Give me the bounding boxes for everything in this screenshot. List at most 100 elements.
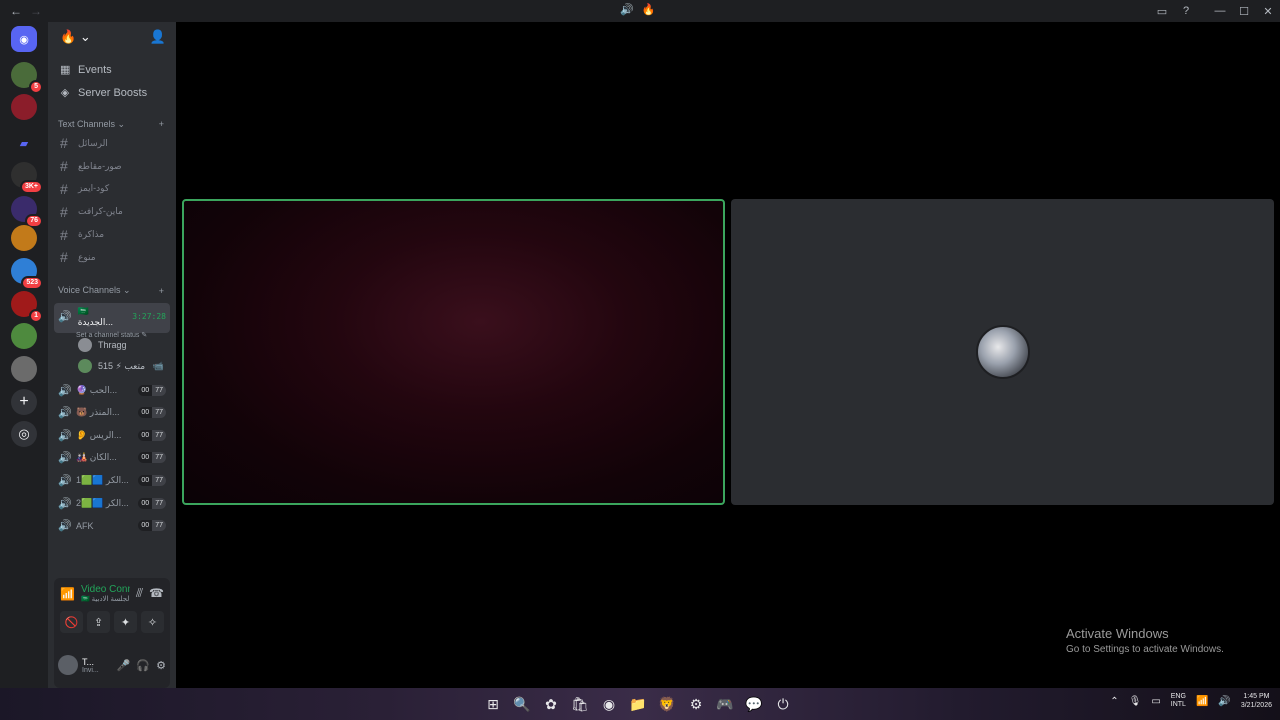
video-tile-avatar[interactable] bbox=[731, 199, 1274, 505]
headphones-icon[interactable]: 🎧 bbox=[136, 659, 150, 672]
close-button[interactable]: ✕ bbox=[1256, 5, 1280, 18]
hash-icon: # bbox=[60, 203, 68, 220]
noise-suppression-icon[interactable]: ⫻ bbox=[136, 586, 143, 601]
text-channel-item[interactable]: # صور-مقاطع bbox=[48, 155, 176, 178]
active-voice-channel[interactable]: 🔊 🇸🇦 الجديدة... 3:27:28 Set a channel st… bbox=[54, 302, 170, 339]
speaker-icon: 🔊 bbox=[620, 4, 634, 16]
voice-channel-item[interactable]: 🔊 🔮 الحب... 00 77 bbox=[48, 379, 176, 402]
user-count: 00 bbox=[138, 474, 153, 486]
server-icon-server-5[interactable] bbox=[11, 225, 37, 251]
wifi-icon[interactable]: 📶 bbox=[1196, 696, 1208, 707]
hash-icon: # bbox=[60, 135, 68, 152]
server-icon-folder[interactable]: ▰ bbox=[11, 130, 37, 156]
channel-name: 1🟩🟦 الكر... bbox=[76, 474, 129, 485]
voice-channel-item[interactable]: 🔊 1🟩🟦 الكر... 00 77 bbox=[48, 469, 176, 492]
avatar[interactable] bbox=[58, 655, 78, 675]
inbox-icon[interactable]: ▭ bbox=[1150, 5, 1174, 18]
system-tray: ⌃ 🎙 ▭ ENG INTL 📶 🔊 1:45 PM 3/21/2026 bbox=[1110, 692, 1272, 710]
power-icon[interactable]: ⏻ bbox=[772, 692, 794, 716]
text-channel-item[interactable]: # كود-ايمز bbox=[48, 178, 176, 201]
server-header[interactable]: 🔥 ⌄ 👤 bbox=[48, 22, 176, 52]
microphone-icon[interactable]: 🎙 bbox=[1129, 696, 1142, 707]
camera-icon: 📹 bbox=[152, 360, 164, 371]
search-icon[interactable]: 🔍 bbox=[511, 692, 533, 716]
brave-icon[interactable]: 🦁 bbox=[656, 692, 678, 716]
voice-channel-item[interactable]: 🔊 2🟩🟦 الكر... 00 77 bbox=[48, 492, 176, 515]
voice-member[interactable]: 515 ⚡ متعب 📹 bbox=[48, 356, 176, 377]
text-channel-item[interactable]: # الرسائل bbox=[48, 132, 176, 155]
activities-button[interactable]: ✦ bbox=[114, 611, 137, 633]
server-icon-server-2[interactable] bbox=[11, 94, 37, 120]
speaker-icon: 🔊 bbox=[58, 384, 72, 397]
user-count: 00 bbox=[138, 452, 153, 464]
user-row: T... Invi... 🎤 🎧 ⚙ bbox=[54, 650, 170, 680]
explorer-icon[interactable]: 📁 bbox=[627, 692, 649, 716]
activate-title: Activate Windows bbox=[1066, 626, 1169, 641]
start-icon[interactable]: ⊞ bbox=[482, 692, 504, 716]
add-channel-icon[interactable]: + bbox=[159, 119, 164, 129]
xbox-icon[interactable]: 🎮 bbox=[714, 692, 736, 716]
clock-date: 3/21/2026 bbox=[1240, 702, 1272, 709]
text-channel-item[interactable]: # منوع bbox=[48, 246, 176, 269]
add-server-icon[interactable]: + bbox=[11, 389, 37, 415]
steam-icon[interactable]: ⚙ bbox=[685, 692, 707, 716]
voice-channel-item[interactable]: 🔊 🐻 المنذر... 00 77 bbox=[48, 401, 176, 424]
display-icon[interactable]: ▭ bbox=[1151, 696, 1160, 707]
server-icon-server-6[interactable]: 523 bbox=[11, 258, 43, 290]
server-icon-server-4[interactable]: 76 bbox=[11, 196, 43, 228]
lang-code: ENG bbox=[1170, 693, 1186, 700]
text-channels-category[interactable]: Text Channels ⌄ + bbox=[48, 116, 176, 132]
speaker-icon: 🔊 bbox=[58, 429, 72, 442]
text-channel-item[interactable]: # مذاكرة bbox=[48, 223, 176, 246]
help-icon[interactable]: ? bbox=[1174, 5, 1198, 17]
screen-share-button[interactable]: ⇪ bbox=[87, 611, 110, 633]
maximize-button[interactable]: ☐ bbox=[1232, 5, 1256, 18]
settings-gear-icon[interactable]: ⚙ bbox=[156, 659, 166, 672]
voice-channel-path[interactable]: 🇸🇦 الجلسة الادبية / 🇸🇦 ... bbox=[81, 595, 130, 603]
server-icon-server-1[interactable]: 5 bbox=[11, 62, 43, 94]
server-icon-server-7[interactable]: 1 bbox=[11, 291, 43, 323]
server-icon-server-9[interactable] bbox=[11, 356, 37, 382]
signal-icon[interactable]: 📶 bbox=[60, 587, 75, 601]
camera-off-button[interactable]: 🚫 bbox=[60, 611, 83, 633]
avatar bbox=[976, 325, 1030, 379]
member-name: Thragg bbox=[98, 340, 127, 351]
microphone-icon[interactable]: 🎤 bbox=[117, 659, 131, 672]
server-icon-server-3[interactable]: 3K+ bbox=[11, 162, 43, 194]
forward-icon[interactable]: → bbox=[30, 4, 42, 18]
voice-channel-item[interactable]: 🔊 👂 الريس... 00 77 bbox=[48, 424, 176, 447]
voice-channel-item[interactable]: 🔊 🎎 الكان... 00 77 bbox=[48, 447, 176, 470]
add-member-icon[interactable]: 👤 bbox=[150, 29, 166, 45]
server-icon-server-8[interactable] bbox=[11, 323, 37, 349]
discord-home-icon[interactable]: ◉ bbox=[11, 26, 37, 52]
server-boosts-item[interactable]: ◈ Server Boosts bbox=[48, 81, 176, 104]
text-channel-item[interactable]: # ماين-كرافت bbox=[48, 200, 176, 223]
explore-icon[interactable]: ◎ bbox=[11, 421, 37, 447]
user-name: T... bbox=[82, 656, 95, 667]
user-limit-counter: 00 77 bbox=[138, 452, 166, 464]
voice-channels-category[interactable]: Voice Channels ⌄ + bbox=[48, 283, 176, 299]
copilot-icon[interactable]: ✿ bbox=[540, 692, 562, 716]
soundboard-button[interactable]: ✧ bbox=[141, 611, 164, 633]
minimize-button[interactable]: — bbox=[1208, 5, 1232, 17]
user-count: 00 bbox=[138, 407, 153, 419]
events-item[interactable]: ▦ Events bbox=[48, 58, 176, 81]
clock[interactable]: 1:45 PM 3/21/2026 bbox=[1241, 692, 1272, 710]
discord-icon[interactable]: 💬 bbox=[743, 692, 765, 716]
category-label: Voice Channels bbox=[58, 285, 121, 296]
volume-icon[interactable]: 🔊 bbox=[1218, 696, 1230, 707]
edge-icon[interactable]: ◉ bbox=[598, 692, 620, 716]
speaker-icon: 🔊 bbox=[58, 474, 72, 487]
back-icon[interactable]: ← bbox=[10, 4, 22, 18]
store-icon[interactable]: 🛍 bbox=[569, 692, 591, 716]
voice-channel-item[interactable]: 🔊 AFK 00 77 bbox=[48, 514, 176, 537]
user-limit: 77 bbox=[152, 520, 166, 532]
chevron-up-icon[interactable]: ⌃ bbox=[1110, 696, 1118, 707]
disconnect-icon[interactable]: ☎ bbox=[149, 586, 164, 601]
channel-name: 2🟩🟦 الكر... bbox=[76, 497, 129, 508]
video-tile-camera[interactable] bbox=[182, 199, 725, 505]
channel-status[interactable]: Set a channel status ✎ bbox=[58, 331, 166, 339]
language-indicator[interactable]: ENG INTL bbox=[1171, 693, 1186, 709]
taskbar: ⊞ 🔍 ✿ 🛍 ◉ 📁 🦁 ⚙ 🎮 💬 ⏻ ⌃ 🎙 ▭ ENG INTL 📶 🔊 1:45 PM 3… bbox=[0, 688, 1280, 720]
add-channel-icon[interactable]: + bbox=[159, 286, 164, 296]
